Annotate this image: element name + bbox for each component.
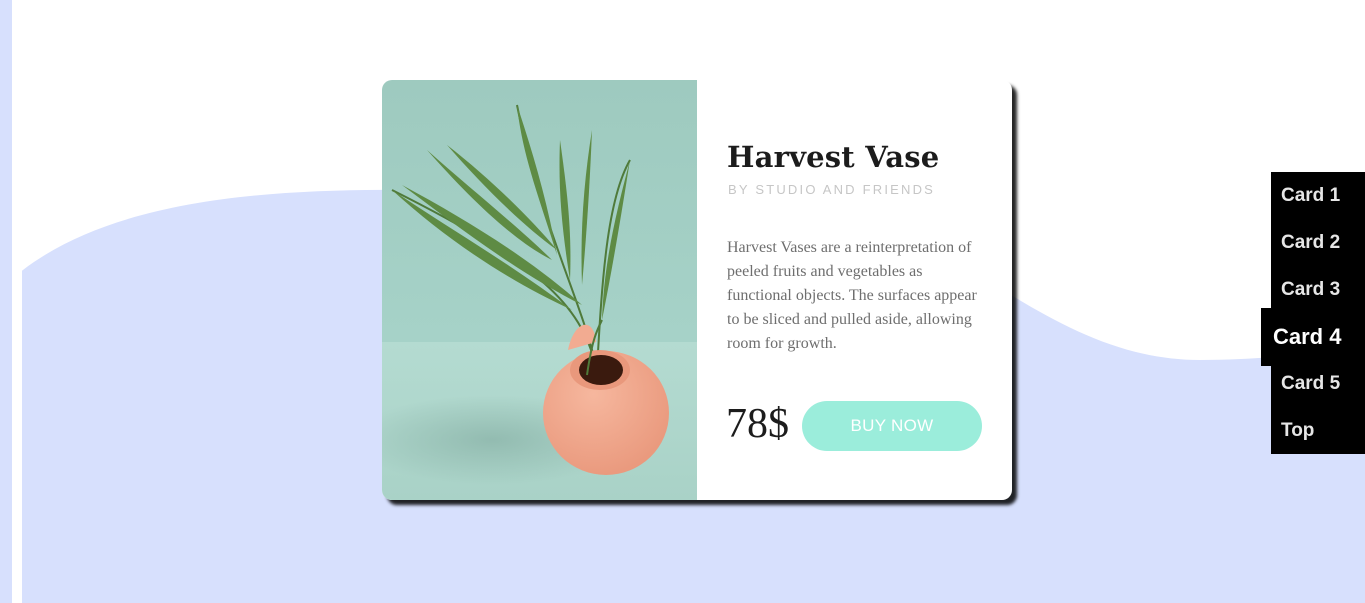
product-image: [382, 80, 697, 500]
nav-item-card-4[interactable]: Card 4: [1261, 308, 1365, 366]
left-edge-bar: [12, 0, 22, 603]
nav-item-card-1[interactable]: Card 1: [1271, 172, 1365, 219]
buy-now-button[interactable]: Buy now: [802, 401, 982, 451]
vase-with-palm-leaves-photo-icon: [382, 80, 697, 500]
nav-item-card-2[interactable]: Card 2: [1271, 219, 1365, 266]
nav-item-card-5[interactable]: Card 5: [1271, 360, 1365, 407]
product-description: Harvest Vases are a reinterpretation of …: [727, 239, 977, 352]
product-card: Harvest Vase by Studio and Friends Harve…: [382, 80, 1012, 500]
card-navigation: Card 1 Card 2 Card 3 Card 4 Card 5 Top: [1261, 172, 1365, 454]
product-details: Harvest Vase by Studio and Friends Harve…: [697, 80, 1012, 500]
product-title: Harvest Vase: [727, 140, 940, 174]
product-price: 78$: [726, 401, 789, 447]
nav-item-top[interactable]: Top: [1271, 407, 1365, 454]
left-edge-strip: [0, 0, 12, 603]
product-subtitle: by Studio and Friends: [728, 182, 936, 197]
nav-item-card-3[interactable]: Card 3: [1271, 266, 1365, 313]
